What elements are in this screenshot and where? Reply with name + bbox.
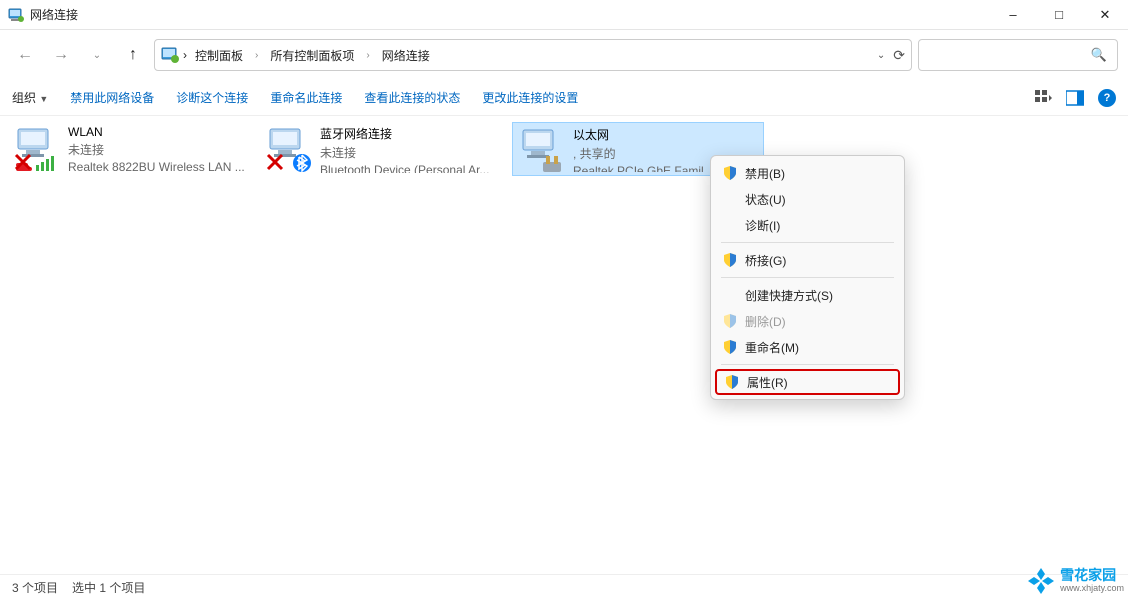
title-bar: 网络连接 – □ ✕ <box>0 0 1128 30</box>
ctx-shortcut[interactable]: 创建快捷方式(S) <box>715 282 900 308</box>
ctx-rename[interactable]: 重命名(M) <box>715 334 900 360</box>
watermark-logo-icon <box>1026 566 1056 596</box>
ethernet-icon <box>517 126 569 174</box>
shield-icon <box>723 166 737 180</box>
ctx-separator <box>721 277 894 278</box>
connection-name: WLAN <box>68 125 245 139</box>
help-button[interactable]: ? <box>1098 89 1116 107</box>
connection-name: 蓝牙网络连接 <box>320 125 489 142</box>
address-dropdown-icon[interactable]: ⌄ <box>877 50 885 61</box>
wlan-icon <box>12 125 64 173</box>
connection-device: Realtek PCIe GbE Famil... <box>573 164 714 172</box>
breadcrumb-leaf[interactable]: 网络连接 <box>378 45 434 66</box>
address-box[interactable]: › 控制面板 › 所有控制面板项 › 网络连接 ⌄ ⟳ <box>154 39 912 71</box>
status-item-count: 3 个项目 <box>12 579 58 596</box>
connection-name: 以太网 <box>573 126 714 143</box>
toolbar-diagnose[interactable]: 诊断这个连接 <box>176 89 248 106</box>
up-button[interactable]: ↑ <box>118 40 148 70</box>
toolbar-status[interactable]: 查看此连接的状态 <box>364 89 460 106</box>
window-title: 网络连接 <box>30 6 78 23</box>
watermark-name: 雪花家园 <box>1060 568 1124 583</box>
shield-icon <box>725 375 739 389</box>
toolbar-organize[interactable]: 组织 ▼ <box>12 89 48 106</box>
toolbar: 组织 ▼ 禁用此网络设备 诊断这个连接 重命名此连接 查看此连接的状态 更改此连… <box>0 80 1128 116</box>
breadcrumb-sep-icon: › <box>251 48 262 63</box>
toolbar-disable[interactable]: 禁用此网络设备 <box>70 89 154 106</box>
breadcrumb-mid[interactable]: 所有控制面板项 <box>266 45 358 66</box>
status-selected-count: 选中 1 个项目 <box>72 579 145 596</box>
connection-device: Realtek 8822BU Wireless LAN ... <box>68 160 245 173</box>
ctx-delete: 删除(D) <box>715 308 900 334</box>
ctx-separator <box>721 242 894 243</box>
view-options-button[interactable] <box>1034 89 1052 107</box>
search-icon: 🔍 <box>1091 47 1107 63</box>
minimize-button[interactable]: – <box>990 0 1036 30</box>
connection-status: 未连接 <box>68 141 245 158</box>
close-button[interactable]: ✕ <box>1082 0 1128 30</box>
bluetooth-icon <box>264 125 316 173</box>
control-panel-icon <box>161 46 179 64</box>
connection-device: Bluetooth Device (Personal Ar... <box>320 163 489 173</box>
app-icon <box>8 7 24 23</box>
breadcrumb-sep-icon: › <box>183 48 187 62</box>
toolbar-rename[interactable]: 重命名此连接 <box>270 89 342 106</box>
connection-item-bluetooth[interactable]: 蓝牙网络连接 未连接 Bluetooth Device (Personal Ar… <box>260 122 512 176</box>
connection-status: , 共享的 <box>573 145 714 162</box>
connection-item-wlan[interactable]: WLAN 未连接 Realtek 8822BU Wireless LAN ... <box>8 122 260 176</box>
recent-dropdown[interactable]: ⌄ <box>82 40 112 70</box>
refresh-button[interactable]: ⟳ <box>893 47 905 64</box>
breadcrumb: 控制面板 › 所有控制面板项 › 网络连接 <box>191 45 434 66</box>
ctx-bridge[interactable]: 桥接(G) <box>715 247 900 273</box>
ctx-properties[interactable]: 属性(R) <box>715 369 900 395</box>
ctx-diagnose[interactable]: 诊断(I) <box>715 212 900 238</box>
shield-icon <box>723 340 737 354</box>
back-button[interactable]: ← <box>10 40 40 70</box>
forward-button[interactable]: → <box>46 40 76 70</box>
ctx-status[interactable]: 状态(U) <box>715 186 900 212</box>
shield-icon <box>723 314 737 328</box>
shield-icon <box>723 253 737 267</box>
context-menu: 禁用(B) 状态(U) 诊断(I) 桥接(G) 创建快捷方式(S) 删除(D) … <box>710 155 905 400</box>
watermark: 雪花家园 www.xhjaty.com <box>1026 566 1124 596</box>
preview-pane-button[interactable] <box>1066 89 1084 107</box>
watermark-url: www.xhjaty.com <box>1060 584 1124 594</box>
connection-status: 未连接 <box>320 144 489 161</box>
maximize-button[interactable]: □ <box>1036 0 1082 30</box>
ctx-separator <box>721 364 894 365</box>
content-area: WLAN 未连接 Realtek 8822BU Wireless LAN ...… <box>0 116 1128 574</box>
window-controls: – □ ✕ <box>990 0 1128 30</box>
status-bar: 3 个项目 选中 1 个项目 <box>0 574 1128 600</box>
search-input[interactable]: 🔍 <box>918 39 1118 71</box>
breadcrumb-sep-icon: › <box>362 48 373 63</box>
nav-bar: ← → ⌄ ↑ › 控制面板 › 所有控制面板项 › 网络连接 ⌄ ⟳ 🔍 <box>0 30 1128 80</box>
toolbar-settings[interactable]: 更改此连接的设置 <box>482 89 578 106</box>
ctx-disable[interactable]: 禁用(B) <box>715 160 900 186</box>
breadcrumb-root[interactable]: 控制面板 <box>191 45 247 66</box>
